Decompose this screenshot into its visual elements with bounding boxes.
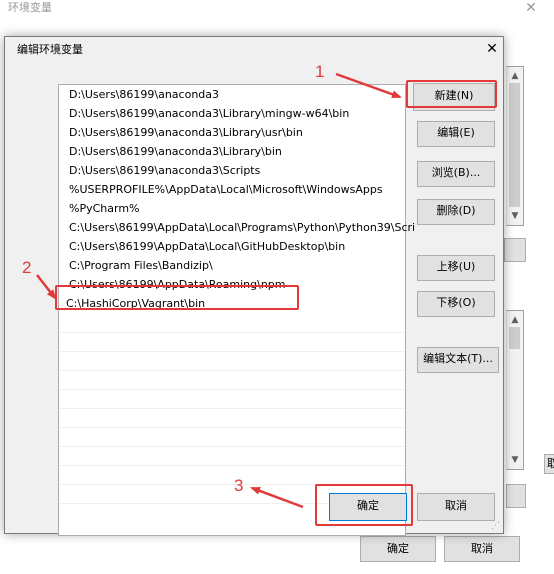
scroll-down-icon[interactable]: ▼ xyxy=(507,209,523,223)
parent-cancel-button[interactable]: 取消 xyxy=(444,536,520,562)
move-up-button[interactable]: 上移(U) xyxy=(417,255,495,281)
parent-close-icon[interactable]: ✕ xyxy=(524,0,538,16)
row-divider xyxy=(59,370,405,371)
path-item[interactable]: %USERPROFILE%\AppData\Local\Microsoft\Wi… xyxy=(59,180,415,199)
parent-ok-button[interactable]: 确定 xyxy=(360,536,436,562)
browse-button[interactable]: 浏览(B)... xyxy=(417,161,495,187)
step-number-2: 2 xyxy=(22,258,32,277)
row-divider xyxy=(59,465,405,466)
dialog-close-icon[interactable]: ✕ xyxy=(485,40,499,58)
cancel-button[interactable]: 取消 xyxy=(417,493,495,521)
delete-button[interactable]: 删除(D) xyxy=(417,199,495,225)
path-item[interactable]: D:\Users\86199\anaconda3\Library\bin xyxy=(59,142,415,161)
path-item[interactable]: C:\Users\86199\AppData\Local\GitHubDeskt… xyxy=(59,237,415,256)
path-item[interactable]: D:\Users\86199\anaconda3 xyxy=(59,85,415,104)
user-vars-button-partial[interactable] xyxy=(504,238,526,262)
dialog-title: 编辑环境变量 xyxy=(17,43,83,56)
path-item[interactable]: C:\Program Files\Bandizip\ xyxy=(59,256,415,275)
resize-grip-icon[interactable]: ⋰ xyxy=(491,521,501,531)
highlight-ok-button xyxy=(315,484,413,526)
scroll-up-icon[interactable]: ▲ xyxy=(507,69,523,83)
scroll-thumb[interactable] xyxy=(509,83,520,207)
system-vars-button-partial[interactable] xyxy=(506,484,526,508)
system-vars-scrollbar[interactable]: ▲ ▼ xyxy=(506,310,524,470)
row-divider xyxy=(59,408,405,409)
highlight-new-button xyxy=(406,80,497,108)
scroll-down-icon[interactable]: ▼ xyxy=(507,453,523,467)
move-down-button[interactable]: 下移(O) xyxy=(417,291,495,317)
path-item[interactable]: C:\Users\86199\AppData\Local\Programs\Py… xyxy=(59,218,415,237)
highlight-new-path xyxy=(55,285,299,310)
row-divider xyxy=(59,427,405,428)
edit-button[interactable]: 编辑(E) xyxy=(417,121,495,147)
path-item[interactable]: %PyCharm% xyxy=(59,199,415,218)
step-number-1: 1 xyxy=(315,62,325,81)
parent-window-title: 环境变量 xyxy=(8,1,52,14)
row-divider xyxy=(59,389,405,390)
background-partial-button[interactable]: 取 xyxy=(544,454,554,474)
path-item[interactable]: D:\Users\86199\anaconda3\Library\mingw-w… xyxy=(59,104,415,123)
edit-text-button[interactable]: 编辑文本(T)... xyxy=(417,347,499,373)
row-divider xyxy=(59,351,405,352)
path-item[interactable]: D:\Users\86199\anaconda3\Scripts xyxy=(59,161,415,180)
path-item[interactable]: D:\Users\86199\anaconda3\Library\usr\bin xyxy=(59,123,415,142)
row-divider xyxy=(59,446,405,447)
row-divider xyxy=(59,332,405,333)
user-vars-scrollbar[interactable]: ▲ ▼ xyxy=(506,66,524,226)
step-number-3: 3 xyxy=(234,476,244,495)
path-list[interactable]: D:\Users\86199\anaconda3 D:\Users\86199\… xyxy=(58,84,415,536)
scroll-thumb[interactable] xyxy=(509,327,520,349)
scroll-up-icon[interactable]: ▲ xyxy=(507,313,523,327)
